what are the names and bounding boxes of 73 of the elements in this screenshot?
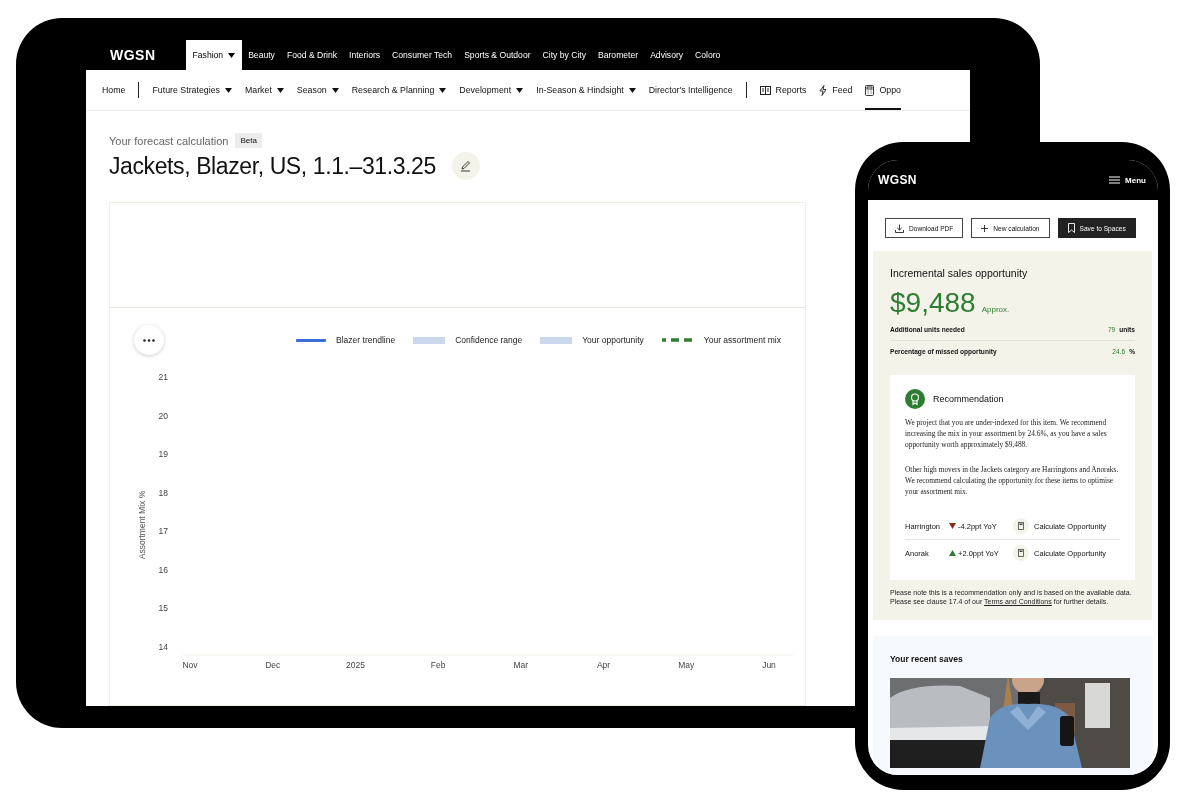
download-icon: [895, 223, 904, 233]
tick-label: 2025: [345, 660, 365, 670]
nav-tab[interactable]: Interiors: [343, 40, 387, 70]
caret-icon: [224, 87, 232, 93]
caret-icon: [516, 87, 524, 93]
nav-tab[interactable]: Barometer: [592, 40, 645, 70]
card-title: Incremental sales opportunity: [890, 267, 1029, 279]
legend-label: Your opportunity: [582, 335, 644, 345]
nav-link[interactable]: Feed: [819, 70, 853, 110]
tick-label: 19: [158, 449, 168, 460]
legend-label: Confidence range: [455, 335, 523, 345]
more-icon: [143, 338, 155, 342]
calculator-icon: [1018, 522, 1024, 530]
nav-link[interactable]: Oppo: [865, 70, 901, 110]
logo: WGSN: [110, 47, 156, 63]
tick-label: 15: [158, 603, 168, 614]
nav-tab[interactable]: Food & Drink: [280, 40, 344, 70]
nav-menu[interactable]: Research & Planning: [351, 70, 447, 110]
nav-menu[interactable]: Development: [459, 70, 524, 110]
calculator-icon: [865, 84, 875, 96]
tick-label: 14: [158, 642, 168, 652]
page-subtitle: Your forecast calculation: [109, 134, 229, 147]
caret-icon: [331, 87, 339, 93]
tick-label: Mar: [513, 660, 529, 670]
tick-label: 20: [158, 410, 168, 421]
nav-tab[interactable]: Consumer Tech: [386, 40, 459, 70]
nav-tab[interactable]: Fashion: [185, 40, 243, 70]
logo: WGSN: [878, 173, 917, 187]
plus-icon: [981, 224, 989, 232]
menu-button[interactable]: Menu: [1109, 175, 1146, 185]
nav-menu[interactable]: Future Strategies: [152, 70, 232, 110]
caret-icon: [276, 87, 284, 93]
nav-tab[interactable]: Advisory: [644, 40, 690, 70]
amount-note: Approx.: [981, 305, 1010, 314]
tick-label: Dec: [265, 660, 281, 670]
tick-label: Feb: [430, 660, 446, 670]
legend-label: Blazer trendline: [336, 335, 396, 345]
nav-tab[interactable]: Beauty: [242, 40, 281, 70]
tick-label: Apr: [596, 660, 611, 670]
tick-label: 17: [158, 526, 168, 537]
pencil-icon: [459, 160, 472, 172]
edit-button[interactable]: [451, 152, 480, 180]
nav-menu[interactable]: In-Season & Hindsight: [536, 70, 636, 110]
award-icon: [905, 389, 925, 409]
tick-label: 21: [158, 372, 168, 382]
menu-icon: [1109, 176, 1121, 184]
caret-icon: [628, 87, 636, 93]
bookmark-icon: [1067, 223, 1075, 233]
nav-link[interactable]: Reports: [759, 70, 807, 110]
tick-label: Nov: [182, 660, 198, 670]
nav-link[interactable]: Home: [102, 70, 126, 110]
caret-icon: [439, 87, 447, 93]
axis-title: Assortment Mix %: [137, 490, 147, 560]
nav-link[interactable]: Director's Intelligence: [648, 70, 733, 110]
tick-label: 16: [158, 564, 168, 575]
bolt-icon: [819, 84, 828, 96]
book-icon: [759, 85, 771, 95]
page-title: Jackets, Blazer, US, 1.1.–31.3.25: [109, 152, 436, 180]
nav-tab[interactable]: City by City: [536, 40, 592, 70]
beta-badge: Beta: [235, 133, 262, 148]
tick-label: 18: [158, 487, 168, 498]
card-title: Recommendation: [933, 394, 1004, 404]
amount-value: $9,488: [890, 287, 976, 319]
nav-menu[interactable]: Market: [244, 70, 284, 110]
tick-label: May: [678, 660, 695, 670]
legend-label: Your assortment mix: [703, 335, 781, 345]
nav-tab[interactable]: Sports & Outdoor: [458, 40, 537, 70]
calculator-icon: [1018, 549, 1024, 557]
tick-label: Jun: [762, 660, 776, 670]
section-title: Your recent saves: [890, 654, 964, 664]
nav-tab[interactable]: Coloro: [689, 40, 727, 70]
nav-menu[interactable]: Season: [296, 70, 339, 110]
more-button[interactable]: [134, 325, 164, 355]
